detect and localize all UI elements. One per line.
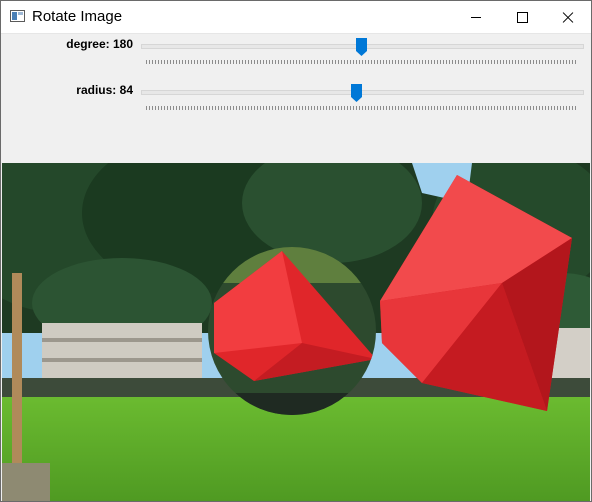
rotated-photo [2, 163, 590, 501]
radius-slider-thumb[interactable] [351, 84, 362, 102]
maximize-button[interactable] [499, 1, 545, 33]
degree-slider-thumb[interactable] [356, 38, 367, 56]
radius-slider[interactable] [141, 84, 584, 110]
post-base [2, 463, 50, 501]
degree-slider-ticks [146, 60, 578, 64]
radius-label: radius: 84 [76, 83, 133, 97]
close-button[interactable] [545, 1, 591, 33]
minimize-button[interactable] [453, 1, 499, 33]
app-icon [10, 10, 25, 22]
app-window: Rotate Image degree: 180 radius: 84 [0, 0, 592, 502]
degree-slider[interactable] [141, 38, 584, 64]
control-panel: degree: 180 radius: 84 [1, 34, 591, 162]
title-bar[interactable]: Rotate Image [1, 1, 591, 34]
degree-label: degree: 180 [66, 37, 133, 51]
image-canvas [2, 163, 590, 501]
window-title: Rotate Image [32, 8, 123, 25]
radius-slider-ticks [146, 106, 578, 110]
radius-slider-track[interactable] [141, 90, 584, 95]
